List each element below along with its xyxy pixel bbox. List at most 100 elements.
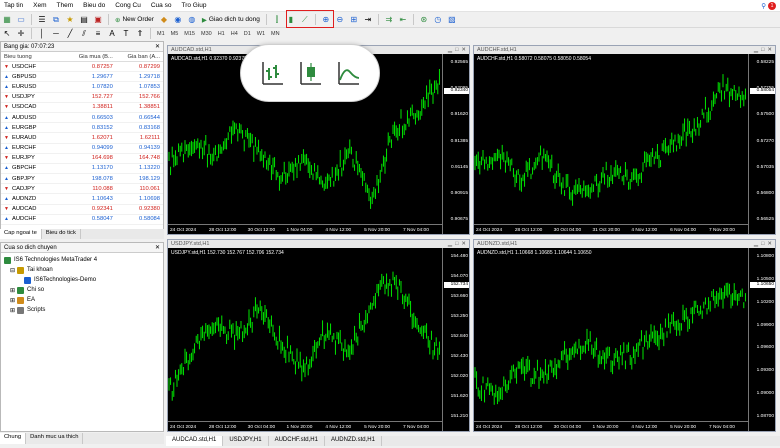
chart-shift-end-icon[interactable]: ⇤ [397,14,409,26]
horizontal-line-icon[interactable]: ─ [50,28,62,40]
close-icon[interactable]: ✕ [155,43,160,50]
close-icon[interactable]: ✕ [461,47,466,53]
tf-m1[interactable]: M1 [154,31,168,37]
chart-plot-area[interactable] [168,248,443,422]
table-row[interactable]: ▲ EURGBP 0.83152 0.83168 [1,123,163,134]
auto-trading-button[interactable]: ▶ Giao dich tu dong [199,14,263,26]
notification-icon[interactable]: 1 [768,1,776,10]
chart-tab-audchf[interactable]: AUDCHF.std,H1 [269,436,325,446]
minimize-icon[interactable]: ▁ [754,47,758,53]
label-icon[interactable]: T [120,28,132,40]
signals-icon[interactable]: ◉ [172,14,184,26]
chart-window-audnzd[interactable]: AUDNZD.std,H1 ▁ □ ✕ AUDNZD.std,H1 1.10668 1.… [473,239,776,432]
nav-indicators[interactable]: ⊞ Chi so [4,285,160,295]
chart-title-bar[interactable]: AUDNZD.std,H1 ▁ □ ✕ [474,240,775,248]
chart-tab-audnzd[interactable]: AUDNZD.std,H1 [325,436,382,446]
chart-window-usdjpy[interactable]: USDJPY.std,H1 ▁ □ ✕ USDJPY.std,H1 152.730 15… [167,239,470,432]
table-row[interactable]: ▲ GBPCHF 1.13170 1.13220 [1,164,163,175]
search-icon[interactable]: ⚲ [761,2,766,10]
data-window-icon[interactable]: ⧉ [50,14,62,26]
chart-title-bar[interactable]: AUDCHF.std,H1 ▁ □ ✕ [474,46,775,54]
new-order-button[interactable]: ⊕ New Order [112,14,157,26]
metaeditor-icon[interactable]: ◆ [158,14,170,26]
tab-common[interactable]: Chung [0,433,27,444]
nav-ea[interactable]: ⊞ EA [4,295,160,305]
minimize-icon[interactable]: ▁ [448,47,452,53]
menu-help[interactable]: Tro Giup [177,2,212,9]
minimize-icon[interactable]: ▁ [448,241,452,247]
nav-scripts[interactable]: ⊞ Scripts [4,305,160,315]
zoom-out-icon[interactable]: ⊖ [334,14,346,26]
chart-tab-usdjpy[interactable]: USDJPY,H1 [223,436,269,446]
table-row[interactable]: ▲ GBPJPY 198.078 198.129 [1,174,163,185]
tab-symbols[interactable]: Cap ngoai te [0,229,42,239]
menu-file[interactable]: Tap tin [0,2,29,9]
arrows-icon[interactable]: ⇑ [134,28,146,40]
menu-view[interactable]: Xem [29,2,52,9]
tf-m5[interactable]: M5 [168,31,182,37]
nav-root[interactable]: IS6 Technologies MetaTrader 4 [4,255,160,265]
maximize-icon[interactable]: □ [761,241,764,247]
menu-tools[interactable]: Cong Cu [111,2,147,9]
table-row[interactable]: ▼ AUDCAD 0.92341 0.92380 [1,205,163,215]
indicators-icon[interactable]: ⊛ [418,14,430,26]
table-row[interactable]: ▼ CADJPY 110.088 110.061 [1,184,163,195]
table-row[interactable]: ▼ EURAUD 1.62071 1.62111 [1,133,163,144]
close-icon[interactable]: ✕ [155,244,160,251]
cursor-icon[interactable]: ↖ [1,28,13,40]
table-row[interactable]: ▲ GBPUSD 1.29677 1.29718 [1,72,163,83]
close-icon[interactable]: ✕ [461,241,466,247]
nav-accounts[interactable]: ⊟ Tai khoan [4,265,160,275]
close-icon[interactable]: ✕ [767,47,772,53]
fibo-icon[interactable]: ≡ [92,28,104,40]
tab-tick-chart[interactable]: Bieu do tick [42,229,81,239]
bar-chart-icon[interactable]: ⫿ [271,14,283,26]
col-symbol[interactable]: Bieu tuong [1,54,69,60]
text-icon[interactable]: A [106,28,118,40]
crosshair-icon[interactable]: ✛ [15,28,27,40]
tile-windows-icon[interactable]: ⊞ [348,14,360,26]
autoscroll-icon[interactable]: ⇉ [383,14,395,26]
navigator-icon[interactable]: ★ [64,14,76,26]
table-row[interactable]: ▼ USDJPY 152.727 152.766 [1,93,163,103]
market-icon[interactable]: ◍ [186,14,198,26]
tf-h4[interactable]: H4 [228,31,241,37]
tf-m15[interactable]: M15 [181,31,198,37]
chart-window-audchf[interactable]: AUDCHF.std,H1 ▁ □ ✕ AUDCHF.std,H1 0.58072 0.… [473,45,776,235]
tf-h1[interactable]: H1 [215,31,228,37]
maximize-icon[interactable]: □ [455,47,458,53]
channel-icon[interactable]: ⫽ [78,28,90,40]
table-row[interactable]: ▼ USDCAD 1.38811 1.38851 [1,103,163,113]
nav-server[interactable]: IS6Technologies-Demo [4,275,160,285]
chart-title-bar[interactable]: USDJPY.std,H1 ▁ □ ✕ [168,240,469,248]
terminal-icon[interactable]: ▤ [78,14,90,26]
tf-m30[interactable]: M30 [198,31,215,37]
chart-plot-area[interactable] [474,54,749,225]
templates-icon[interactable]: ▧ [446,14,458,26]
table-row[interactable]: ▼ USDCHF 0.87257 0.87299 [1,62,163,73]
close-icon[interactable]: ✕ [767,241,772,247]
minimize-icon[interactable]: ▁ [754,241,758,247]
tab-favorites[interactable]: Danh muc ua thich [26,433,84,444]
tf-mn[interactable]: MN [268,31,283,37]
maximize-icon[interactable]: □ [455,241,458,247]
table-row[interactable]: ▲ AUDCHF 0.58047 0.58084 [1,215,163,225]
col-ask[interactable]: Gia ban (A... [116,54,163,60]
tf-w1[interactable]: W1 [254,31,268,37]
table-row[interactable]: ▲ AUDNZD 1.10643 1.10698 [1,194,163,205]
menu-window[interactable]: Cua so [147,2,178,9]
maximize-icon[interactable]: □ [761,47,764,53]
periods-icon[interactable]: ◷ [432,14,444,26]
tf-d1[interactable]: D1 [241,31,254,37]
tester-icon[interactable]: ▣ [92,14,104,26]
new-chart-icon[interactable]: ▦ [1,14,13,26]
table-row[interactable]: ▲ AUDUSD 0.66503 0.66544 [1,113,163,124]
menu-charts[interactable]: Bieu do [79,2,111,9]
profiles-icon[interactable]: ▭ [15,14,27,26]
trendline-icon[interactable]: ╱ [64,28,76,40]
market-watch-icon[interactable]: ☰ [36,14,48,26]
col-bid[interactable]: Gia mua (B... [69,54,116,60]
table-row[interactable]: ▲ EURUSD 1.07820 1.07853 [1,82,163,93]
chart-shift-icon[interactable]: ⇥ [362,14,374,26]
chart-plot-area[interactable] [474,248,749,422]
